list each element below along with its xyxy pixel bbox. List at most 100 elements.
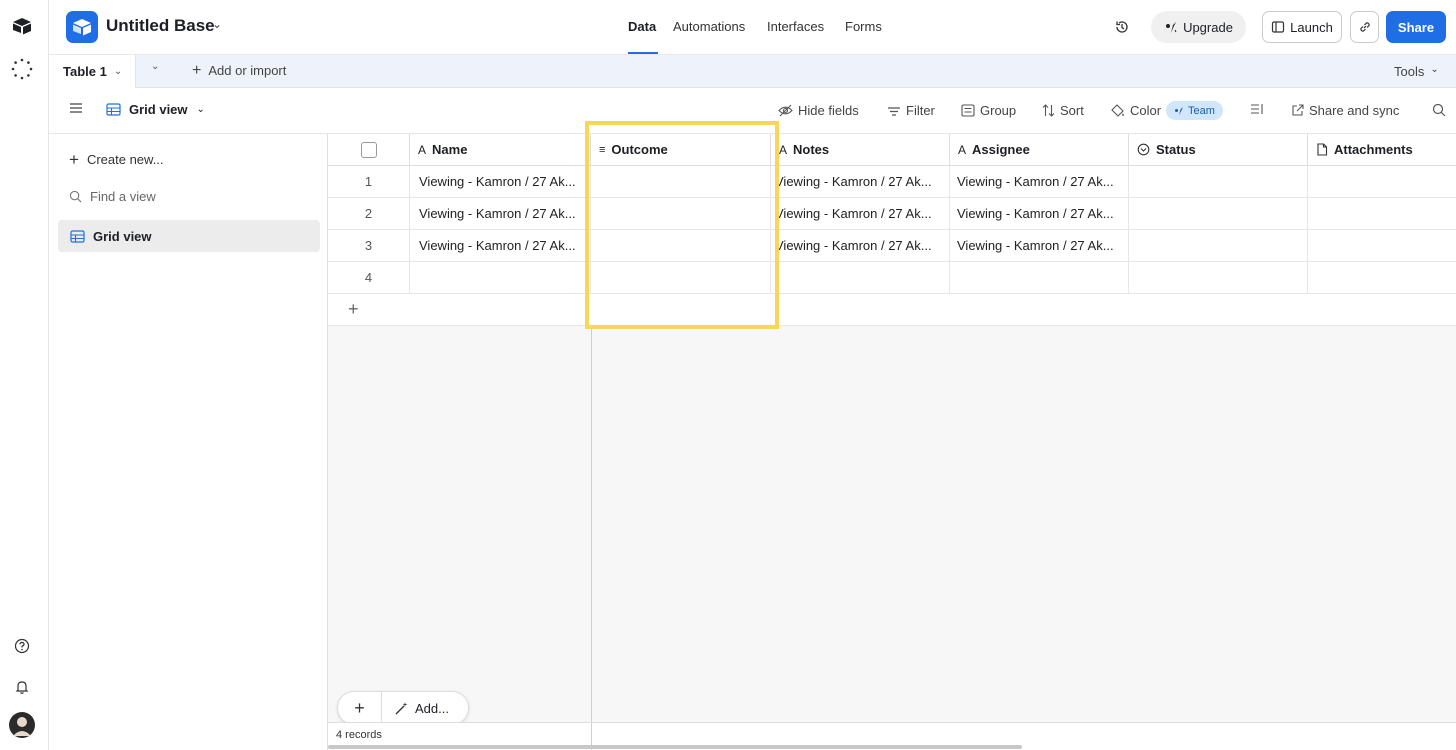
text-icon: A bbox=[418, 142, 427, 157]
filter-icon bbox=[888, 106, 900, 116]
row-number: 4 bbox=[328, 262, 410, 294]
cell-notes[interactable]: Viewing - Kamron / 27 Ak... bbox=[771, 198, 950, 230]
copy-link-button[interactable] bbox=[1350, 11, 1379, 43]
column-header-outcome[interactable]: ≡ Outcome bbox=[591, 134, 771, 166]
column-header-name[interactable]: A Name bbox=[410, 134, 591, 166]
hide-fields-label: Hide fields bbox=[798, 103, 859, 118]
menu-toggle-icon[interactable] bbox=[69, 102, 83, 114]
grid-footer: 4 records bbox=[328, 722, 1456, 750]
cell-attachments[interactable] bbox=[1308, 230, 1456, 262]
select-all-header bbox=[328, 134, 410, 166]
cell-assignee[interactable]: Viewing - Kamron / 27 Ak... bbox=[950, 198, 1129, 230]
cell-assignee[interactable]: Viewing - Kamron / 27 Ak... bbox=[950, 166, 1129, 198]
share-sync-button[interactable]: Share and sync bbox=[1291, 103, 1399, 118]
avatar[interactable] bbox=[9, 712, 35, 738]
cell-status[interactable] bbox=[1129, 262, 1308, 294]
cell-outcome[interactable] bbox=[591, 262, 771, 294]
table-tabs-bar: Table 1 ⌄ ⌄ + Add or import Tools ⌄ bbox=[49, 55, 1456, 88]
column-header-assignee[interactable]: A Assignee bbox=[950, 134, 1129, 166]
search-icon[interactable] bbox=[1432, 103, 1446, 117]
add-row-strip[interactable] bbox=[591, 294, 1456, 326]
create-new-button[interactable]: + Create new... bbox=[69, 149, 164, 169]
view-toolbar: Grid view ⌄ Hide fields Filter Group Sor… bbox=[49, 88, 1456, 134]
chevron-down-icon: ⌄ bbox=[196, 104, 205, 115]
horizontal-scrollbar[interactable] bbox=[328, 745, 1022, 749]
base-name[interactable]: Untitled Base bbox=[106, 16, 215, 36]
base-logo-icon[interactable] bbox=[66, 11, 98, 43]
tab-forms[interactable]: Forms bbox=[845, 19, 882, 34]
add-or-import-button[interactable]: + Add or import bbox=[192, 62, 287, 78]
cell-name[interactable]: Viewing - Kamron / 27 Ak... bbox=[410, 166, 591, 198]
column-header-attachments[interactable]: Attachments bbox=[1308, 134, 1456, 166]
add-label: Add... bbox=[415, 700, 449, 716]
cell-name[interactable]: Viewing - Kamron / 27 Ak... bbox=[410, 198, 591, 230]
add-row-button[interactable]: + bbox=[328, 294, 591, 326]
tab-automations[interactable]: Automations bbox=[673, 19, 745, 34]
sort-button[interactable]: Sort bbox=[1042, 103, 1084, 118]
add-with-ai-button[interactable]: Add... bbox=[382, 701, 449, 716]
color-button[interactable]: Color bbox=[1110, 103, 1161, 118]
launch-button[interactable]: Launch bbox=[1262, 11, 1342, 43]
tab-table-1[interactable]: Table 1 ⌄ bbox=[49, 55, 136, 88]
cell-assignee[interactable]: Viewing - Kamron / 27 Ak... bbox=[950, 230, 1129, 262]
tab-data[interactable]: Data bbox=[628, 19, 656, 34]
add-record-button[interactable]: + bbox=[338, 692, 382, 724]
plus-icon: + bbox=[69, 149, 79, 169]
launch-icon bbox=[1272, 21, 1285, 33]
top-header: Untitled Base ⌄ Data Automations Interfa… bbox=[49, 0, 1456, 55]
cell-attachments[interactable] bbox=[1308, 166, 1456, 198]
upgrade-label: Upgrade bbox=[1183, 19, 1233, 35]
cell-status[interactable] bbox=[1129, 230, 1308, 262]
team-badge[interactable]: Team bbox=[1166, 101, 1223, 120]
cell-name[interactable] bbox=[410, 262, 591, 294]
row-number: 2 bbox=[328, 198, 410, 230]
workspace-icon[interactable] bbox=[10, 57, 34, 81]
cell-assignee[interactable] bbox=[950, 262, 1129, 294]
help-icon[interactable] bbox=[10, 634, 34, 658]
column-header-notes[interactable]: A Notes bbox=[771, 134, 950, 166]
magic-wand-icon bbox=[395, 701, 408, 714]
hide-fields-button[interactable]: Hide fields bbox=[778, 103, 859, 118]
cell-outcome[interactable] bbox=[591, 230, 771, 262]
filter-button[interactable]: Filter bbox=[887, 103, 935, 118]
chevron-down-icon[interactable]: ⌄ bbox=[212, 17, 222, 31]
view-switcher[interactable]: Grid view ⌄ bbox=[106, 102, 205, 117]
cell-outcome[interactable] bbox=[591, 166, 771, 198]
cell-attachments[interactable] bbox=[1308, 262, 1456, 294]
find-view-input[interactable]: Find a view bbox=[69, 189, 156, 204]
all-tables-chevron-icon[interactable]: ⌄ bbox=[151, 61, 159, 72]
cell-notes[interactable]: Viewing - Kamron / 27 Ak... bbox=[771, 166, 950, 198]
upgrade-button[interactable]: Upgrade bbox=[1151, 11, 1246, 43]
notifications-bell-icon[interactable] bbox=[10, 675, 34, 699]
left-rail bbox=[0, 0, 49, 750]
filter-label: Filter bbox=[906, 103, 935, 118]
history-icon[interactable] bbox=[1107, 11, 1137, 43]
chevron-down-icon[interactable]: ⌄ bbox=[114, 66, 122, 77]
grid-view-icon bbox=[70, 229, 85, 243]
sidebar-item-grid-view[interactable]: Grid view bbox=[58, 220, 320, 252]
cell-notes[interactable] bbox=[771, 262, 950, 294]
home-logo-icon[interactable] bbox=[10, 14, 34, 38]
select-all-checkbox[interactable] bbox=[360, 141, 377, 158]
sort-label: Sort bbox=[1060, 103, 1084, 118]
cell-name[interactable]: Viewing - Kamron / 27 Ak... bbox=[410, 230, 591, 262]
cell-status[interactable] bbox=[1129, 166, 1308, 198]
sparkle-icon bbox=[1175, 106, 1183, 115]
cell-outcome[interactable] bbox=[591, 198, 771, 230]
tools-menu[interactable]: Tools ⌄ bbox=[1394, 64, 1439, 79]
add-or-import-label: Add or import bbox=[208, 63, 287, 78]
cell-notes[interactable]: Viewing - Kamron / 27 Ak... bbox=[771, 230, 950, 262]
airtable-app: Untitled Base ⌄ Data Automations Interfa… bbox=[0, 0, 1456, 750]
table-tab-label: Table 1 bbox=[63, 64, 107, 79]
cell-status[interactable] bbox=[1129, 198, 1308, 230]
external-link-icon bbox=[1292, 104, 1304, 116]
group-button[interactable]: Group bbox=[961, 103, 1016, 118]
tab-interfaces[interactable]: Interfaces bbox=[767, 19, 824, 34]
row-height-icon[interactable] bbox=[1250, 103, 1264, 115]
row-number: 1 bbox=[328, 166, 410, 198]
add-record-pill: + Add... bbox=[337, 691, 469, 725]
column-label: Attachments bbox=[1334, 142, 1413, 157]
cell-attachments[interactable] bbox=[1308, 198, 1456, 230]
share-button[interactable]: Share bbox=[1386, 11, 1446, 43]
column-header-status[interactable]: Status bbox=[1129, 134, 1308, 166]
